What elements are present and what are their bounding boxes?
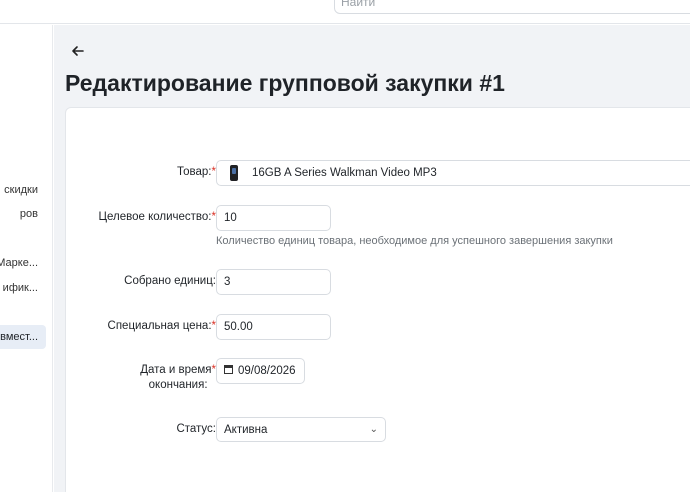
calendar-icon bbox=[224, 365, 233, 375]
sidebar: скидки ров Марке... ифик... вмест... bbox=[0, 25, 53, 492]
search-input[interactable]: Найти bbox=[334, 0, 690, 14]
special-price-label: Специальная цена:* bbox=[107, 320, 216, 332]
target-qty-input[interactable]: 10 bbox=[216, 205, 331, 231]
target-qty-hint: Количество единиц товара, необходимое дл… bbox=[216, 235, 613, 247]
edit-form-card: Товар:* 16GB A Series Walkman Video MP3 … bbox=[65, 107, 690, 492]
end-date-input[interactable]: 09/08/2026 bbox=[216, 358, 305, 384]
sidebar-item-group-purchases[interactable]: вмест... bbox=[0, 325, 46, 349]
status-label: Статус: bbox=[176, 423, 216, 435]
arrow-left-icon bbox=[72, 46, 84, 56]
sidebar-item-label: ифик... bbox=[2, 282, 38, 294]
product-label: Товар:* bbox=[177, 166, 216, 178]
product-thumbnail-icon bbox=[230, 164, 238, 181]
sidebar-item-specifications[interactable]: ифик... bbox=[0, 276, 46, 300]
collected-input[interactable]: 3 bbox=[216, 269, 331, 295]
product-value: 16GB A Series Walkman Video MP3 bbox=[252, 167, 437, 179]
end-date-label: Дата и время* окончания: bbox=[140, 364, 216, 391]
top-bar: Найти bbox=[0, 0, 690, 24]
special-price-input[interactable]: 50.00 bbox=[216, 314, 331, 340]
sidebar-item-label: Марке... bbox=[0, 257, 38, 269]
sidebar-item-label: ров bbox=[19, 208, 38, 220]
sidebar-item-products[interactable]: ров bbox=[0, 202, 46, 226]
end-date-value: 09/08/2026 bbox=[238, 365, 296, 377]
back-button[interactable] bbox=[68, 41, 88, 61]
status-value: Активна bbox=[224, 424, 268, 436]
collected-label: Собрано единиц: bbox=[124, 275, 216, 287]
sidebar-item-marketplace[interactable]: Марке... bbox=[0, 251, 46, 275]
target-qty-label: Целевое количество:* bbox=[98, 211, 217, 223]
sidebar-item-label: вмест... bbox=[0, 331, 38, 343]
sidebar-item-discounts[interactable]: скидки bbox=[0, 178, 46, 202]
product-select[interactable]: 16GB A Series Walkman Video MP3 bbox=[216, 160, 690, 186]
sidebar-item-label: скидки bbox=[4, 184, 38, 196]
status-select[interactable]: Активна ⌄ bbox=[216, 417, 386, 442]
main-content: Редактирование групповой закупки #1 Това… bbox=[54, 25, 690, 492]
page-title: Редактирование групповой закупки #1 bbox=[65, 70, 505, 96]
chevron-down-icon: ⌄ bbox=[369, 424, 378, 435]
